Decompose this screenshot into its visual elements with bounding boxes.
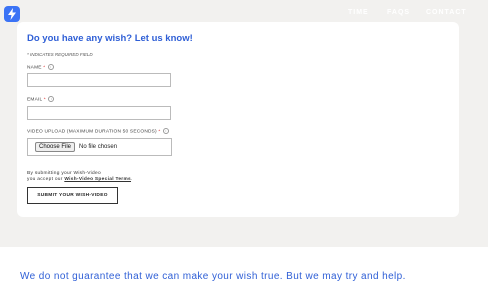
email-label-text: EMAIL xyxy=(27,97,43,103)
name-field[interactable] xyxy=(27,73,171,87)
required-star: * xyxy=(158,129,161,135)
terms-line-1: By submitting your Wish-Video xyxy=(27,171,101,176)
nav-link-faqs[interactable]: FAQS xyxy=(387,9,410,16)
terms-notice: By submitting your Wish-Video you accept… xyxy=(27,171,133,183)
required-star: * xyxy=(43,97,46,103)
name-label-text: NAME xyxy=(27,65,42,71)
video-upload-label-text: VIDEO UPLOAD (MAXIMUM DURATION 50 SECOND… xyxy=(27,129,157,135)
submit-wish-video-button[interactable]: SUBMIT YOUR WISH-VIDEO xyxy=(27,187,118,204)
terms-period: . xyxy=(131,176,133,182)
email-label: EMAIL * i xyxy=(27,96,55,103)
email-field[interactable] xyxy=(27,106,171,120)
file-status-text: No file chosen xyxy=(79,144,118,150)
video-upload-label: VIDEO UPLOAD (MAXIMUM DURATION 50 SECOND… xyxy=(27,128,170,135)
choose-file-button[interactable]: Choose File xyxy=(35,142,76,152)
required-field-note: * INDICATES REQUIRED FIELD xyxy=(27,52,93,57)
nav-link-time[interactable]: TIME xyxy=(348,9,369,16)
nav-link-contact[interactable]: CONTACT xyxy=(426,9,467,16)
wish-form-card: Do you have any wish? Let us know! * IND… xyxy=(17,22,459,217)
required-star: * xyxy=(43,65,46,71)
video-upload-field[interactable]: Choose File No file chosen xyxy=(27,138,172,156)
disclaimer-text: We do not guarantee that we can make you… xyxy=(20,271,406,282)
lightning-bolt-icon xyxy=(8,8,16,20)
terms-line-2: you accept our xyxy=(27,176,63,182)
logo[interactable] xyxy=(4,6,20,22)
terms-link[interactable]: Wish-Video Special Terms xyxy=(64,177,131,182)
info-icon[interactable]: i xyxy=(47,64,54,70)
info-icon[interactable]: i xyxy=(163,128,170,134)
name-label: NAME * i xyxy=(27,64,54,70)
info-icon[interactable]: i xyxy=(48,96,55,102)
form-title: Do you have any wish? Let us know! xyxy=(27,33,193,44)
